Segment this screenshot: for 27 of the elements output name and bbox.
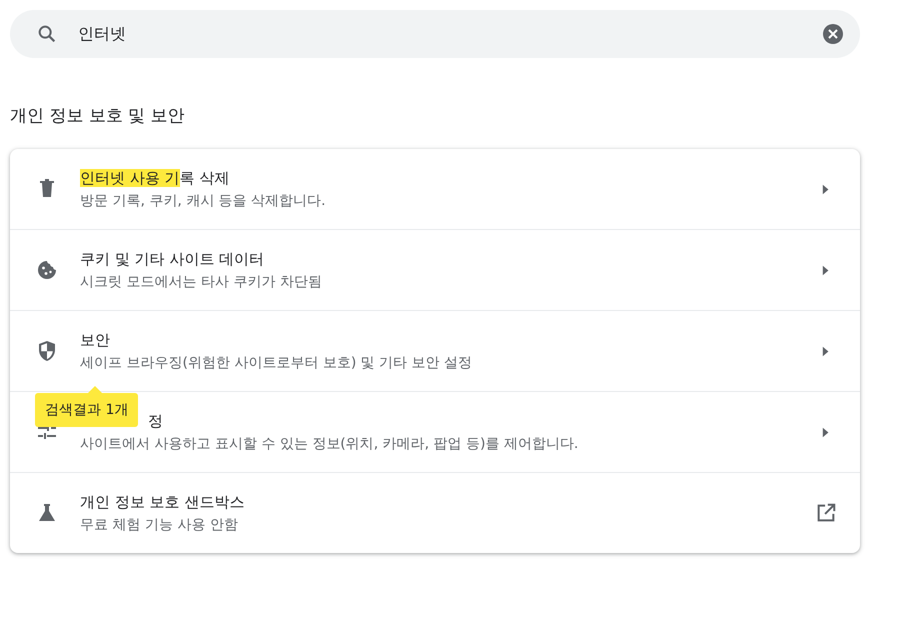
settings-row[interactable]: 보안 세이프 브라우징(위험한 사이트로부터 보호) 및 기타 보안 설정 <box>10 310 860 391</box>
row-title: 인터넷 사용 기록 삭제 <box>80 168 230 188</box>
settings-row[interactable]: 쿠키 및 기타 사이트 데이터 시크릿 모드에서는 타사 쿠키가 차단됨 <box>10 229 860 310</box>
search-icon <box>36 23 58 45</box>
arrow-icon[interactable] <box>822 346 830 356</box>
clear-icon[interactable] <box>822 23 844 45</box>
settings-row[interactable]: 인터넷 사용 기록 삭제 방문 기록, 쿠키, 캐시 등을 삭제합니다. <box>10 149 860 229</box>
row-description: 무료 체험 기능 사용 안함 <box>80 516 239 534</box>
external-link-icon[interactable] <box>815 502 837 524</box>
row-title: 개인 정보 보호 샌드박스 <box>80 492 244 512</box>
row-title: 보안 <box>80 330 110 350</box>
search-field[interactable]: 인터넷 <box>10 10 860 58</box>
row-description: 시크릿 모드에서는 타사 쿠키가 차단됨 <box>80 272 323 290</box>
settings-row[interactable]: 개인 정보 보호 샌드박스 무료 체험 기능 사용 안함 <box>10 472 860 553</box>
search-input[interactable]: 인터넷 <box>78 24 822 44</box>
cookie-icon <box>35 258 59 282</box>
search-result-tooltip: 검색결과 1개 <box>35 386 138 427</box>
row-description: 세이프 브라우징(위험한 사이트로부터 보호) 및 기타 보안 설정 <box>80 354 474 372</box>
arrow-icon[interactable] <box>822 426 830 438</box>
settings-row[interactable]: 검색결과 1개 정 사이트에서 사용하고 표시할 수 있는 정보(위치, 카메라, 팝업 등)를 제어합니다. <box>10 391 860 472</box>
section-title: 개인 정보 보호 및 보안 <box>10 105 186 127</box>
arrow-icon[interactable] <box>822 184 830 194</box>
row-title: 쿠키 및 기타 사이트 데이터 <box>80 250 264 268</box>
row-description: 사이트에서 사용하고 표시할 수 있는 정보(위치, 카메라, 팝업 등)를 제어합니다. <box>80 434 580 452</box>
arrow-icon[interactable] <box>822 264 830 276</box>
row-description: 방문 기록, 쿠키, 캐시 등을 삭제합니다. <box>80 192 327 210</box>
row-title: 정 <box>148 412 163 430</box>
